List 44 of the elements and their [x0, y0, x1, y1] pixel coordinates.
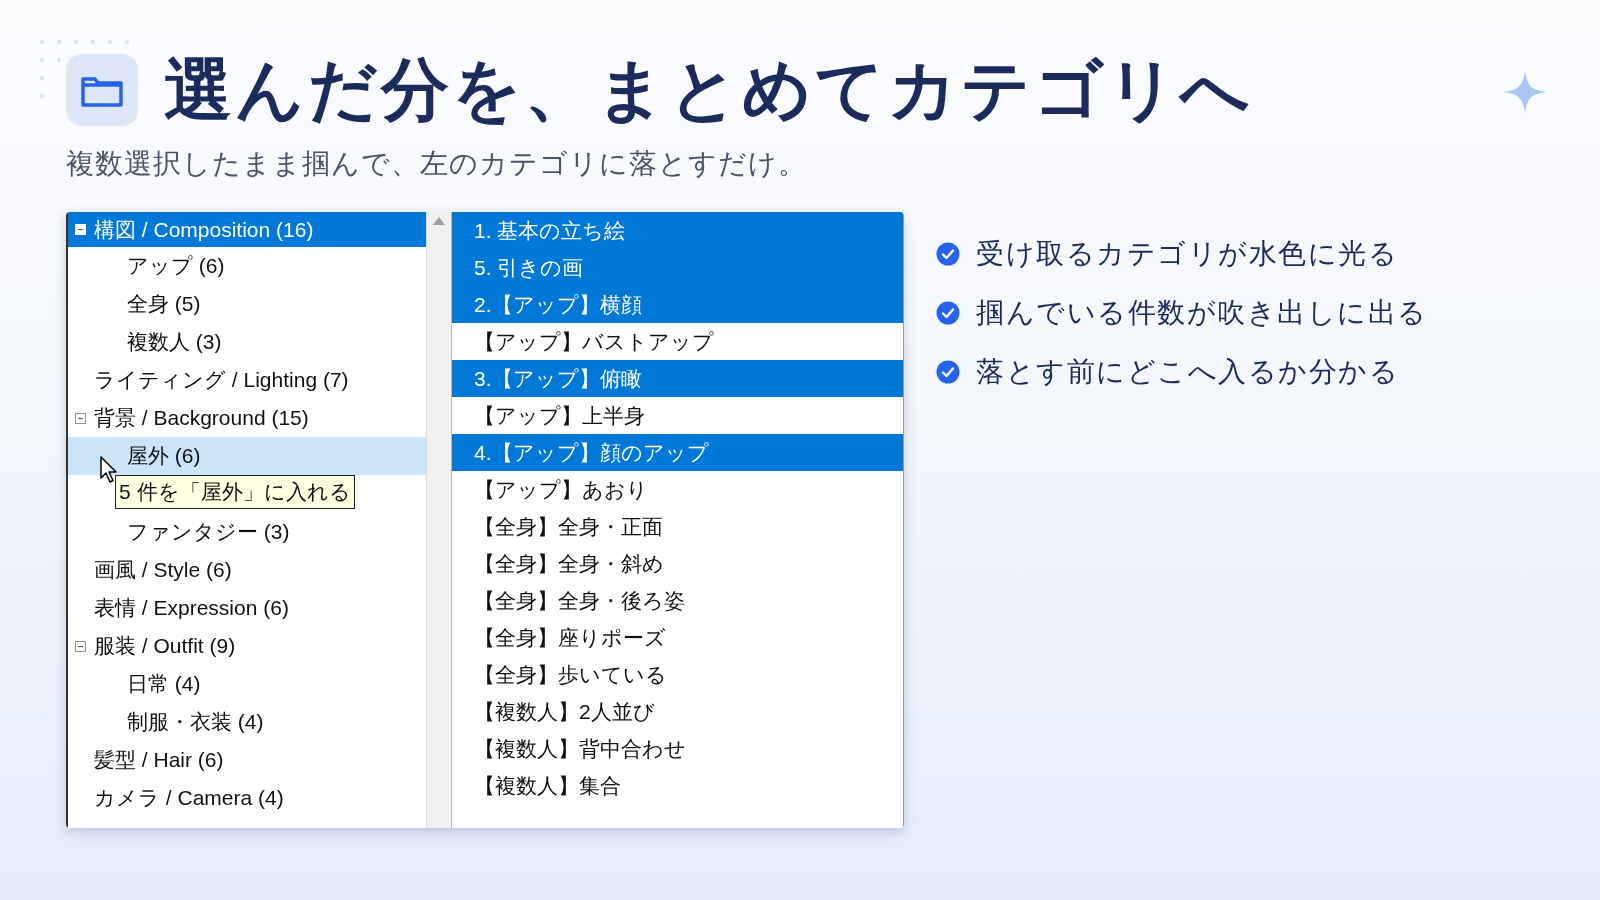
- prompt-item[interactable]: 1. 基本の立ち絵: [452, 212, 903, 249]
- collapse-icon[interactable]: [75, 640, 86, 652]
- prompt-item[interactable]: 【複数人】背中合わせ: [452, 730, 903, 767]
- scroll-up-icon[interactable]: [433, 217, 445, 225]
- tree-item[interactable]: 全身 (5): [68, 285, 426, 323]
- tree-item[interactable]: カメラ / Camera (4): [68, 779, 426, 817]
- prompt-item[interactable]: 3.【アップ】俯瞰: [452, 360, 903, 397]
- prompt-item[interactable]: 5. 引きの画: [452, 249, 903, 286]
- tree-item[interactable]: 屋外 (6): [68, 437, 426, 475]
- feature-text: 受け取るカテゴリが水色に光る: [976, 235, 1398, 272]
- prompt-item[interactable]: 【アップ】あおり: [452, 471, 903, 508]
- prompt-item[interactable]: 【全身】全身・正面: [452, 508, 903, 545]
- prompt-item[interactable]: 2.【アップ】横顔: [452, 286, 903, 323]
- tree-item[interactable]: 構図 / Composition (16): [68, 212, 426, 247]
- prompt-item[interactable]: 【アップ】バストアップ: [452, 323, 903, 360]
- tree-item[interactable]: 表情 / Expression (6): [68, 589, 426, 627]
- prompt-item[interactable]: 【全身】全身・斜め: [452, 545, 903, 582]
- tree-item[interactable]: アップ (6): [68, 247, 426, 285]
- prompt-item[interactable]: 【アップ】上半身: [452, 397, 903, 434]
- prompt-item[interactable]: 4.【アップ】顔のアップ: [452, 434, 903, 471]
- slide-subtitle: 複数選択したまま掴んで、左のカテゴリに落とすだけ。: [66, 146, 808, 182]
- tree-item[interactable]: ファンタジー (3): [68, 513, 426, 551]
- scrollbar[interactable]: [426, 212, 452, 828]
- tree-item[interactable]: 日常 (4): [68, 665, 426, 703]
- tree-item[interactable]: ライティング / Lighting (7): [68, 361, 426, 399]
- prompt-item[interactable]: 【全身】座りポーズ: [452, 619, 903, 656]
- tree-item[interactable]: 背景 / Background (15): [68, 399, 426, 437]
- feature-text: 落とす前にどこへ入るか分かる: [976, 353, 1399, 390]
- feature-text: 掴んでいる件数が吹き出しに出る: [976, 294, 1428, 331]
- tree-item[interactable]: 制服・衣装 (4): [68, 703, 426, 741]
- prompt-item[interactable]: 【複数人】2人並び: [452, 693, 903, 730]
- collapse-icon[interactable]: [75, 412, 86, 424]
- prompt-item[interactable]: 【複数人】集合: [452, 767, 903, 804]
- drag-tooltip: 5 件を「屋外」に入れる: [115, 475, 355, 509]
- tree-item[interactable]: 画風 / Style (6): [68, 551, 426, 589]
- prompt-item[interactable]: 【全身】全身・後ろ姿: [452, 582, 903, 619]
- sparkle-icon: [1503, 70, 1547, 114]
- tree-item[interactable]: 複数人 (3): [68, 323, 426, 361]
- prompt-item[interactable]: 【全身】歩いている: [452, 656, 903, 693]
- tree-item[interactable]: 髪型 / Hair (6): [68, 741, 426, 779]
- slide-title: 選んだ分を、まとめてカテゴリへ: [164, 49, 1253, 131]
- cursor-icon: [100, 456, 118, 484]
- folder-icon: [66, 54, 138, 126]
- tree-item[interactable]: 服装 / Outfit (9): [68, 627, 426, 665]
